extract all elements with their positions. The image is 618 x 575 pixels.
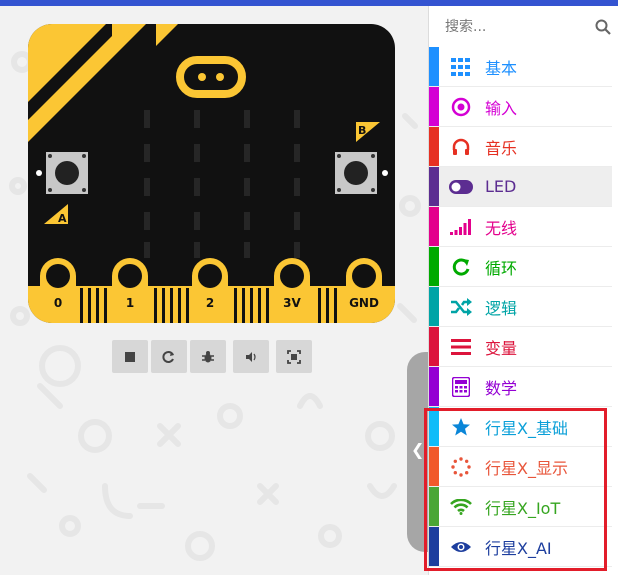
category-list: 基本 输入 音乐 LED 无线 循环 逻辑 变量 数学 行星X_基础 行星X_显… bbox=[429, 47, 612, 567]
category-label: 行星X_AI bbox=[485, 538, 552, 558]
pin-gnd[interactable] bbox=[346, 258, 382, 322]
button-b-label: B bbox=[358, 124, 366, 137]
microbit-board: A B 0 1 2 3V GND bbox=[28, 24, 395, 323]
dotted-circle-icon bbox=[451, 456, 471, 477]
wifi-icon bbox=[450, 498, 472, 515]
mute-button[interactable] bbox=[233, 340, 269, 373]
category-basic[interactable]: 基本 bbox=[429, 47, 612, 87]
category-variables[interactable]: 变量 bbox=[429, 327, 612, 367]
pin-label-3v: 3V bbox=[283, 296, 301, 310]
button-b[interactable] bbox=[335, 152, 377, 194]
pin-label-0: 0 bbox=[54, 296, 62, 310]
pin-0[interactable] bbox=[40, 258, 76, 322]
button-a[interactable] bbox=[46, 152, 88, 194]
pin-2[interactable] bbox=[192, 258, 228, 322]
category-label: 循环 bbox=[485, 258, 518, 278]
category-planetx-iot[interactable]: 行星X_IoT bbox=[429, 487, 612, 527]
category-label: 逻辑 bbox=[485, 298, 518, 318]
grid-icon bbox=[451, 57, 470, 76]
category-label: 无线 bbox=[485, 218, 518, 238]
pin-label-1: 1 bbox=[126, 296, 134, 310]
target-icon bbox=[451, 97, 471, 116]
category-label: 行星X_IoT bbox=[485, 498, 561, 518]
toolbox-panel: 基本 输入 音乐 LED 无线 循环 bbox=[428, 6, 618, 575]
category-loops[interactable]: 循环 bbox=[429, 247, 612, 287]
stop-icon bbox=[125, 351, 135, 362]
search-icon[interactable] bbox=[595, 19, 611, 35]
restart-button[interactable] bbox=[151, 340, 187, 373]
refresh-icon bbox=[452, 258, 470, 276]
debug-button[interactable] bbox=[190, 340, 226, 373]
shuffle-icon bbox=[451, 297, 472, 316]
lines-icon bbox=[451, 338, 471, 355]
category-label: 基本 bbox=[485, 58, 518, 78]
button-a-label: A bbox=[58, 212, 67, 225]
calculator-icon bbox=[452, 376, 470, 397]
restart-icon bbox=[162, 350, 174, 363]
category-label: 行星X_显示 bbox=[485, 458, 568, 478]
category-planetx-basic[interactable]: 行星X_基础 bbox=[429, 407, 612, 447]
stop-button[interactable] bbox=[112, 340, 148, 373]
headphones-icon bbox=[452, 138, 470, 155]
pin-label-2: 2 bbox=[206, 296, 214, 310]
pin-label-gnd: GND bbox=[349, 296, 379, 310]
category-logic[interactable]: 逻辑 bbox=[429, 287, 612, 327]
signal-bars-icon bbox=[450, 218, 471, 235]
category-music[interactable]: 音乐 bbox=[429, 127, 612, 167]
chevron-left-icon: ❮ bbox=[411, 440, 425, 459]
toggle-icon bbox=[449, 179, 473, 194]
bug-icon bbox=[202, 350, 214, 362]
category-planetx-display[interactable]: 行星X_显示 bbox=[429, 447, 612, 487]
simulator-toolbar bbox=[112, 340, 312, 373]
category-input[interactable]: 输入 bbox=[429, 87, 612, 127]
pin-1[interactable] bbox=[112, 258, 148, 322]
eye-icon bbox=[451, 541, 471, 552]
category-label: 变量 bbox=[485, 338, 518, 358]
category-planetx-ai[interactable]: 行星X_AI bbox=[429, 527, 612, 567]
category-label: LED bbox=[485, 177, 517, 196]
fullscreen-button[interactable] bbox=[276, 340, 312, 373]
category-label: 数学 bbox=[485, 378, 518, 398]
fullscreen-icon bbox=[287, 349, 301, 364]
toolbox-search bbox=[435, 12, 611, 42]
category-radio[interactable]: 无线 bbox=[429, 207, 612, 247]
volume-icon bbox=[246, 351, 256, 362]
search-input[interactable] bbox=[435, 18, 587, 36]
star-icon bbox=[452, 417, 470, 435]
category-label: 音乐 bbox=[485, 138, 518, 158]
category-led[interactable]: LED bbox=[429, 167, 612, 207]
pin-3v[interactable] bbox=[274, 258, 310, 322]
category-label: 输入 bbox=[485, 98, 518, 118]
category-label: 行星X_基础 bbox=[485, 418, 568, 438]
category-math[interactable]: 数学 bbox=[429, 367, 612, 407]
